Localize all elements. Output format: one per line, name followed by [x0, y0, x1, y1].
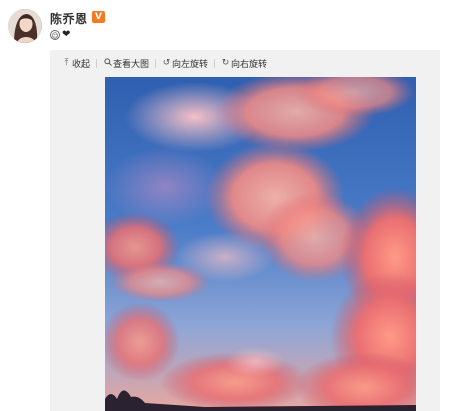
rotate-left-icon: ↺	[162, 58, 171, 68]
collapse-button[interactable]: ⤒ 收起	[62, 57, 91, 70]
collapse-label: 收起	[72, 59, 91, 70]
view-large-label: 查看大图	[113, 59, 150, 70]
avatar[interactable]	[8, 9, 42, 43]
magnifier-icon	[103, 57, 112, 69]
image-toolbar: ⤒ 收起 查看大图 ↺ 向左旋转 ↻ 向右旋转	[50, 50, 440, 76]
rotate-right-button[interactable]: ↻ 向右旋转	[221, 57, 267, 70]
post-photo[interactable]	[105, 77, 416, 411]
heart-icon: ❤	[62, 29, 71, 40]
divider	[96, 58, 98, 68]
rotate-right-icon: ↻	[221, 58, 230, 68]
bio-emoji-row: ☺ ❤	[50, 29, 70, 41]
divider	[155, 58, 157, 68]
arrow-up-icon: ⤒	[64, 58, 69, 68]
username[interactable]: 陈乔恩	[50, 10, 88, 27]
view-large-button[interactable]: 查看大图	[103, 57, 149, 70]
media-expanded-panel: ⤒ 收起 查看大图 ↺ 向左旋转 ↻ 向右旋转	[50, 50, 440, 411]
sunset-clouds-image	[105, 77, 416, 411]
verified-badge-icon: V	[92, 11, 105, 23]
rotate-left-label: 向左旋转	[172, 59, 209, 70]
rotate-left-button[interactable]: ↺ 向左旋转	[162, 57, 208, 70]
avatar-image	[8, 9, 42, 43]
divider	[214, 58, 216, 68]
smiley-face-icon: ☺	[50, 30, 60, 40]
rotate-right-label: 向右旋转	[231, 59, 268, 70]
post-header: 陈乔恩 V ☺ ❤	[0, 0, 450, 50]
